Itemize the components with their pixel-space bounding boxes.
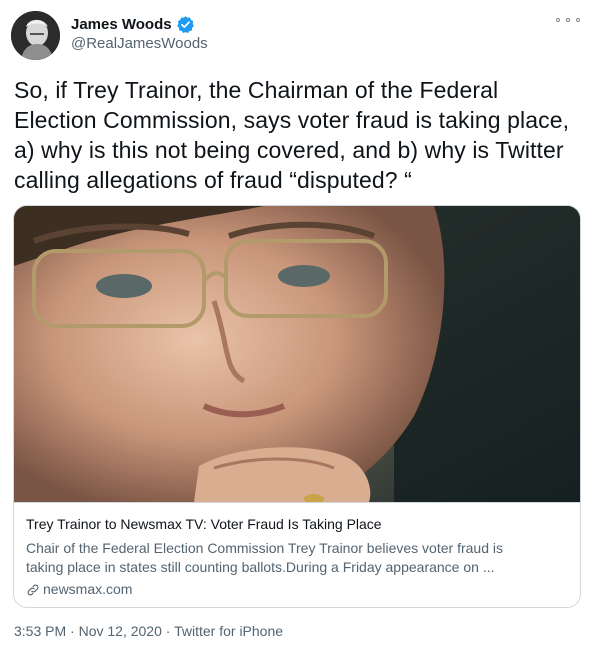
- tweet-source[interactable]: Twitter for iPhone: [174, 623, 283, 639]
- author-display-name[interactable]: James Woods: [71, 16, 172, 33]
- card-body[interactable]: Trey Trainor to Newsmax TV: Voter Fraud …: [14, 502, 580, 607]
- tweet-meta: 3:53 PM · Nov 12, 2020 · Twitter for iPh…: [14, 623, 283, 639]
- card-domain-row[interactable]: newsmax.com: [26, 580, 568, 599]
- article-photo: [14, 206, 580, 502]
- more-dot: [576, 18, 580, 22]
- avatar-image: [11, 11, 60, 60]
- card-description-line-1: Chair of the Federal Election Commission…: [26, 540, 503, 556]
- avatar[interactable]: [11, 11, 60, 60]
- card-title[interactable]: Trey Trainor to Newsmax TV: Voter Fraud …: [26, 515, 568, 534]
- link-card[interactable]: Trey Trainor to Newsmax TV: Voter Fraud …: [13, 205, 581, 608]
- more-dot: [556, 18, 560, 22]
- tweet-date[interactable]: Nov 12, 2020: [79, 623, 162, 639]
- more-options-icon[interactable]: [556, 12, 580, 28]
- verified-badge-icon: [176, 15, 195, 34]
- author-name-row: James Woods: [71, 13, 195, 35]
- card-description-line-2: taking place in states still counting ba…: [26, 559, 495, 575]
- tweet-time[interactable]: 3:53 PM: [14, 623, 66, 639]
- author-handle[interactable]: @RealJamesWoods: [71, 35, 208, 52]
- meta-separator: ·: [161, 623, 175, 639]
- meta-separator: ·: [66, 623, 79, 639]
- tweet: James Woods @RealJamesWoods So, if Trey …: [0, 0, 592, 651]
- link-icon: [26, 583, 40, 597]
- card-image[interactable]: [14, 206, 580, 502]
- card-domain[interactable]: newsmax.com: [43, 580, 132, 599]
- tweet-text: So, if Trey Trainor, the Chairman of the…: [14, 77, 570, 193]
- more-dot: [566, 18, 570, 22]
